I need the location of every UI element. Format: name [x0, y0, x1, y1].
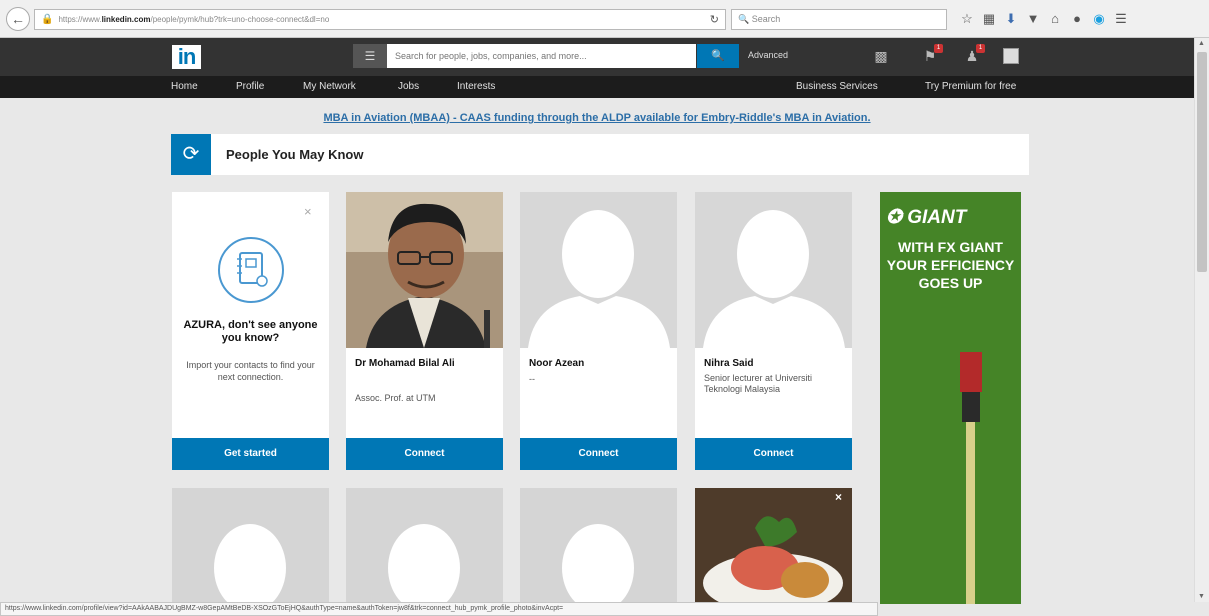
pocket-icon[interactable]: ▼ [1022, 8, 1044, 30]
person-name[interactable]: Dr Mohamad Bilal Ali [355, 358, 495, 369]
giant-logo: ✪ GIANT [886, 207, 967, 228]
person-name[interactable]: Nihra Said [704, 358, 844, 369]
back-button[interactable]: ← [6, 7, 30, 31]
import-description: Import your contacts to find your next c… [186, 360, 315, 382]
nav-jobs[interactable]: Jobs [398, 81, 419, 92]
advanced-search-link[interactable]: Advanced [748, 50, 788, 60]
food-photo[interactable] [695, 488, 852, 604]
person-headline: -- [529, 374, 535, 384]
profile-photo-placeholder[interactable] [346, 488, 503, 604]
connect-button[interactable]: Connect [346, 438, 503, 470]
scrollbar-thumb[interactable] [1197, 52, 1207, 272]
people-icon: ⟳ [171, 134, 211, 175]
person-card-partial [520, 488, 677, 604]
get-started-button[interactable]: Get started [172, 438, 329, 470]
lock-icon: 🔒 [41, 14, 54, 25]
person-card-partial [172, 488, 329, 604]
connection-badge: 1 [976, 44, 985, 53]
person-card: Nihra Said Senior lecturer at Universiti… [695, 192, 852, 470]
nav-profile[interactable]: Profile [236, 81, 264, 92]
add-connections-icon[interactable]: ♟ 1 [962, 44, 985, 66]
messages-icon[interactable]: ▩ [871, 46, 891, 66]
skype-icon[interactable]: ◉ [1088, 8, 1110, 30]
connect-button[interactable]: Connect [695, 438, 852, 470]
bookmark-star-icon[interactable]: ☆ [956, 8, 978, 30]
profile-photo-placeholder[interactable] [172, 488, 329, 604]
nav-interests[interactable]: Interests [457, 81, 495, 92]
giant-ad-banner[interactable]: ✪ GIANT WITH FX GIANT YOUR EFFICIENCY GO… [880, 192, 1021, 604]
profile-photo[interactable] [346, 192, 503, 348]
person-card: Dr Mohamad Bilal Ali Assoc. Prof. at UTM… [346, 192, 503, 470]
reload-icon[interactable]: ↻ [710, 13, 719, 26]
address-book-icon [218, 237, 284, 303]
browser-status-bar: https://www.linkedin.com/profile/view?id… [0, 602, 878, 616]
close-icon[interactable]: × [304, 204, 312, 219]
person-headline: Senior lecturer at Universiti Teknologi … [704, 373, 813, 394]
search-button[interactable]: 🔍 [697, 44, 739, 68]
linkedin-logo[interactable]: in [172, 45, 201, 69]
person-name[interactable]: Noor Azean [529, 358, 669, 369]
page-title: People You May Know [226, 147, 364, 162]
browser-toolbar: ← 🔒 https://www.linkedin.com/people/pymk… [0, 0, 1209, 38]
address-bar[interactable]: 🔒 https://www.linkedin.com/people/pymk/h… [34, 9, 726, 30]
pymk-header: ⟳ People You May Know [171, 134, 1029, 175]
notifications-flag-icon[interactable]: ⚑ 1 [920, 44, 943, 66]
nav-try-premium[interactable]: Try Premium for free [925, 81, 1016, 92]
scroll-down-icon[interactable]: ▼ [1198, 593, 1205, 600]
person-card-partial [346, 488, 503, 604]
main-search: ☰ [353, 44, 696, 68]
scroll-up-icon[interactable]: ▲ [1198, 40, 1205, 47]
profile-photo-placeholder[interactable] [695, 192, 852, 348]
ad-copy: WITH FX GIANT YOUR EFFICIENCY GOES UP [886, 239, 1015, 291]
connect-button[interactable]: Connect [520, 438, 677, 470]
chat-icon[interactable]: ● [1066, 8, 1088, 30]
person-headline: Assoc. Prof. at UTM [355, 393, 436, 403]
profile-avatar[interactable] [1003, 48, 1019, 64]
close-icon[interactable]: × [835, 490, 842, 504]
bookmarks-library-icon[interactable]: ▦ [978, 8, 1000, 30]
promo-card-partial: × [695, 488, 852, 604]
notification-badge: 1 [934, 44, 943, 53]
browser-search-input[interactable]: 🔍 Search [731, 9, 947, 30]
download-icon[interactable]: ⬇ [1000, 8, 1022, 30]
nav-my-network[interactable]: My Network [303, 81, 356, 92]
main-nav: Home Profile My Network Jobs Interests B… [0, 76, 1194, 98]
search-input[interactable] [387, 45, 696, 67]
url-text: https://www.linkedin.com/people/pymk/hub… [58, 15, 330, 24]
nav-home[interactable]: Home [171, 81, 198, 92]
sponsored-text-ad[interactable]: MBA in Aviation (MBAA) - CAAS funding th… [0, 112, 1194, 124]
import-contacts-card: × AZURA, don't see anyone you know? Impo… [172, 192, 329, 470]
profile-photo-placeholder[interactable] [520, 192, 677, 348]
import-title: AZURA, don't see anyone you know? [183, 319, 318, 344]
search-icon: 🔍 [711, 50, 725, 62]
nav-business-services[interactable]: Business Services [796, 81, 878, 92]
home-icon[interactable]: ⌂ [1044, 8, 1066, 30]
menu-icon[interactable]: ☰ [1110, 8, 1132, 30]
search-category-dropdown[interactable]: ☰ [353, 44, 387, 68]
page-scrollbar[interactable]: ▲ ▼ [1194, 38, 1209, 602]
profile-photo-placeholder[interactable] [520, 488, 677, 604]
person-card: Noor Azean -- Connect [520, 192, 677, 470]
